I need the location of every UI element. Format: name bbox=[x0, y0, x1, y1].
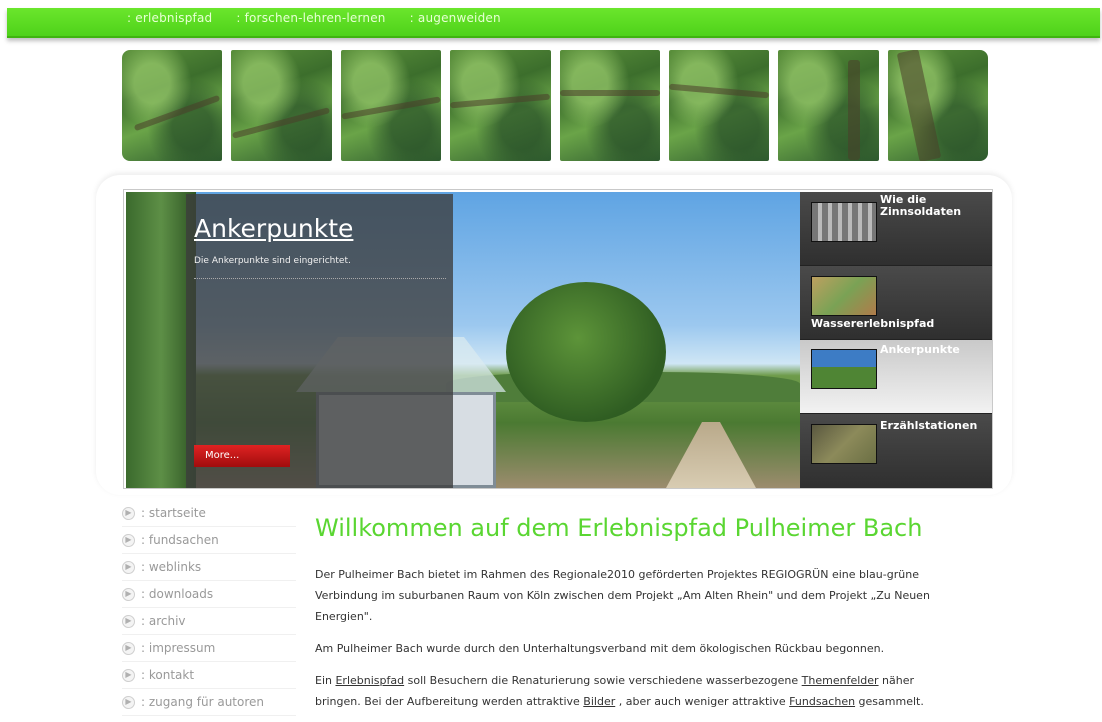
arrow-right-icon: ▶ bbox=[122, 587, 135, 601]
thumb-image bbox=[811, 349, 877, 389]
top-nav-bar: : erlebnispfad : forschen-lehren-lernen … bbox=[7, 8, 1100, 38]
link-erlebnispfad[interactable]: Erlebnispfad bbox=[335, 674, 404, 687]
sidebar-item-label: : fundsachen bbox=[141, 533, 219, 547]
sidebar-nav: ▶: startseite ▶: fundsachen ▶: weblinks … bbox=[122, 500, 296, 716]
thumb-wassererlebnispfad[interactable]: Wassererlebnispfad bbox=[800, 266, 992, 340]
link-bilder[interactable]: Bilder bbox=[583, 695, 615, 708]
header-photo-strip bbox=[122, 50, 988, 161]
sidebar-item-archiv[interactable]: ▶ : archiv bbox=[122, 608, 296, 635]
thumb-label: Erzählstationen bbox=[880, 419, 978, 432]
arrow-right-icon: ▶ bbox=[122, 560, 135, 574]
slide-image: Ankerpunkte Die Ankerpunkte sind eingeri… bbox=[126, 192, 800, 488]
slide-caption-text: Die Ankerpunkte sind eingerichtet. bbox=[194, 256, 351, 266]
top-nav: : erlebnispfad : forschen-lehren-lernen … bbox=[127, 11, 501, 25]
sidebar-item-label: : impressum bbox=[141, 641, 216, 655]
sidebar-item-weblinks[interactable]: ▶ : weblinks bbox=[122, 554, 296, 581]
arrow-right-icon: ▶ bbox=[122, 641, 135, 655]
thumb-ankerpunkte[interactable]: Ankerpunkte bbox=[800, 340, 992, 414]
header-photo bbox=[231, 50, 332, 161]
sidebar-item-fundsachen[interactable]: ▶ : fundsachen bbox=[122, 527, 296, 554]
top-nav-augenweiden[interactable]: : augenweiden bbox=[410, 11, 501, 25]
header-photo bbox=[559, 50, 660, 161]
link-fundsachen[interactable]: Fundsachen bbox=[789, 695, 855, 708]
caption-divider bbox=[194, 278, 446, 279]
thumb-label: Wassererlebnispfad bbox=[811, 317, 935, 330]
thumb-image bbox=[811, 424, 877, 464]
header-photo bbox=[668, 50, 770, 161]
sidebar-item-label: : weblinks bbox=[141, 560, 202, 574]
thumb-wie-die-zinnsoldaten[interactable]: Wie die Zinnsoldaten bbox=[800, 192, 992, 266]
thumb-label: Ankerpunkte bbox=[880, 343, 960, 356]
arrow-right-icon: ▶ bbox=[122, 533, 135, 547]
featured-slider: Ankerpunkte Die Ankerpunkte sind eingeri… bbox=[123, 189, 993, 489]
intro-paragraph: Der Pulheimer Bach bietet im Rahmen des … bbox=[315, 568, 930, 623]
sidebar-item-label: : zugang für autoren bbox=[141, 695, 265, 709]
thumb-label: Wie die Zinnsoldaten bbox=[880, 193, 962, 218]
header-photo bbox=[778, 50, 879, 161]
slide-caption: Ankerpunkte Die Ankerpunkte sind eingeri… bbox=[186, 194, 453, 488]
arrow-right-icon: ▶ bbox=[122, 668, 135, 682]
renaturation-paragraph: Am Pulheimer Bach wurde durch den Unterh… bbox=[315, 642, 885, 655]
slider-thumbnails: Wie die Zinnsoldaten Wassererlebnispfad … bbox=[800, 192, 992, 488]
page-title: Willkommen auf dem Erlebnispfad Pulheime… bbox=[315, 514, 923, 542]
header-photo bbox=[340, 50, 442, 161]
header-photo bbox=[450, 50, 551, 161]
sidebar-item-downloads[interactable]: ▶ : downloads bbox=[122, 581, 296, 608]
sidebar-item-kontakt[interactable]: ▶ : kontakt bbox=[122, 662, 296, 689]
sidebar-item-label: : archiv bbox=[141, 614, 186, 628]
thumb-erzaehlstationen[interactable]: Erzählstationen bbox=[800, 414, 992, 488]
link-themenfelder[interactable]: Themenfelder bbox=[802, 674, 879, 687]
arrow-right-icon: ▶ bbox=[122, 695, 135, 709]
sidebar-item-label: : downloads bbox=[141, 587, 214, 601]
arrow-right-icon: ▶ bbox=[122, 614, 135, 628]
sidebar-item-label: : kontakt bbox=[141, 668, 195, 682]
top-nav-forschen-lehren-lernen[interactable]: : forschen-lehren-lernen bbox=[236, 11, 385, 25]
sidebar-item-zugang-fuer-autoren[interactable]: ▶ : zugang für autoren bbox=[122, 689, 296, 716]
slide-caption-title[interactable]: Ankerpunkte bbox=[194, 214, 353, 243]
main-content: Willkommen auf dem Erlebnispfad Pulheime… bbox=[315, 514, 955, 722]
thumb-image bbox=[811, 276, 877, 316]
sidebar-item-impressum[interactable]: ▶ : impressum bbox=[122, 635, 296, 662]
header-photo bbox=[122, 50, 223, 161]
sidebar-item-label: : startseite bbox=[141, 506, 206, 520]
top-nav-erlebnispfad[interactable]: : erlebnispfad bbox=[127, 11, 212, 25]
erlebnispfad-paragraph: Ein Erlebnispfad soll Besuchern die Rena… bbox=[315, 674, 924, 708]
arrow-right-icon: ▶ bbox=[122, 506, 135, 520]
header-photo bbox=[887, 50, 988, 161]
sidebar-item-startseite[interactable]: ▶ : startseite bbox=[122, 500, 296, 527]
thumb-image bbox=[811, 202, 877, 242]
more-button[interactable]: More... bbox=[194, 445, 290, 467]
